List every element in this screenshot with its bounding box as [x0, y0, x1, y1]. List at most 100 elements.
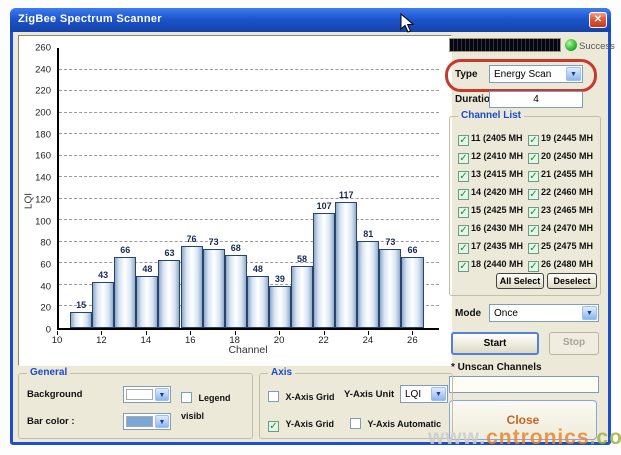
y-axis-automatic-checkbox[interactable] — [350, 418, 361, 429]
channel-label: 22 (2460 MH — [541, 187, 593, 197]
chevron-down-icon[interactable]: ▼ — [431, 387, 446, 401]
deselect-button[interactable]: Deselect — [547, 273, 597, 289]
bar — [379, 249, 401, 328]
channel-checkbox[interactable]: ✓ — [528, 135, 539, 146]
mode-select[interactable]: Once ▼ — [489, 304, 599, 322]
channel-list-title: Channel List — [458, 110, 524, 121]
channel-list-item: ✓15 (2425 MH — [458, 205, 523, 219]
all-select-button[interactable]: All Select — [496, 273, 544, 289]
y-tick-label: 160 — [35, 151, 51, 162]
chevron-down-icon[interactable]: ▼ — [155, 388, 169, 401]
background-color-select[interactable]: ▼ — [123, 386, 171, 403]
channel-list-item: ✓25 (2475 MH — [528, 241, 593, 255]
y-axis-unit-value: LQI — [405, 389, 421, 400]
chevron-down-icon[interactable]: ▼ — [155, 415, 169, 428]
y-tick-label: 60 — [40, 259, 51, 270]
channel-label: 25 (2475 MH — [541, 241, 593, 251]
channel-label: 12 (2410 MH — [471, 151, 523, 161]
bar-value-label: 48 — [142, 264, 152, 274]
channel-label: 11 (2405 MH — [471, 133, 523, 143]
x-axis-grid-checkbox[interactable] — [268, 391, 279, 402]
channel-list-item: ✓19 (2445 MH — [528, 133, 593, 147]
type-label: Type — [455, 69, 478, 80]
channel-checkbox[interactable]: ✓ — [528, 153, 539, 164]
y-tick-label: 240 — [35, 64, 51, 75]
bar — [158, 260, 180, 328]
bar-value-label: 117 — [339, 190, 354, 200]
channel-list-item: ✓20 (2450 MH — [528, 151, 593, 165]
channel-checkbox[interactable]: ✓ — [528, 225, 539, 236]
gridline — [59, 176, 439, 177]
y-axis-unit-select[interactable]: LQI ▼ — [400, 385, 448, 403]
bar-value-label: 66 — [407, 245, 417, 255]
channel-label: 15 (2425 MH — [471, 205, 523, 215]
channel-label: 26 (2480 MH — [541, 259, 593, 269]
y-tick-label: 0 — [46, 325, 51, 336]
bar-value-label: 66 — [120, 245, 130, 255]
bar-value-label: 81 — [363, 229, 373, 239]
y-tick-label: 200 — [35, 108, 51, 119]
channel-checkbox[interactable]: ✓ — [458, 207, 469, 218]
channel-checkbox[interactable]: ✓ — [528, 189, 539, 200]
bar-value-label: 58 — [297, 254, 307, 264]
x-axis-label: Channel — [57, 344, 439, 356]
mode-label: Mode — [455, 308, 481, 319]
progress-bar — [449, 38, 561, 52]
bar-value-label: 48 — [253, 264, 263, 274]
window-title: ZigBee Spectrum Scanner — [18, 13, 162, 25]
bar-color-label: Bar color : — [27, 416, 75, 427]
y-axis: 020406080100120140160180200220240260 — [19, 48, 55, 330]
bar-value-label: 68 — [231, 243, 241, 253]
x-axis-grid-checkbox-row: X-Axis Grid — [268, 387, 334, 405]
spectrum-chart-panel: 020406080100120140160180200220240260 LQI… — [18, 35, 452, 366]
close-icon[interactable]: ✕ — [589, 12, 607, 28]
channel-list-item: ✓21 (2455 MH — [528, 169, 593, 183]
channel-checkbox[interactable]: ✓ — [458, 225, 469, 236]
bar-value-label: 76 — [187, 234, 197, 244]
title-bar: ZigBee Spectrum Scanner ✕ — [10, 8, 611, 32]
watermark: www.cntronics.com — [428, 426, 621, 450]
channel-label: 18 (2440 MH — [471, 259, 523, 269]
duration-input[interactable]: 4 — [489, 91, 583, 108]
channel-checkbox[interactable]: ✓ — [458, 171, 469, 182]
unscan-channels-field[interactable] — [449, 376, 599, 393]
channel-checkbox[interactable]: ✓ — [458, 261, 469, 272]
y-axis-grid-checkbox[interactable]: ✓ — [268, 421, 279, 432]
bar-color-swatch — [126, 416, 153, 427]
gridline — [59, 69, 439, 70]
y-axis-grid-checkbox-row: ✓ Y-Axis Grid — [268, 414, 334, 432]
channel-checkbox[interactable]: ✓ — [458, 189, 469, 200]
start-button[interactable]: Start — [451, 332, 539, 355]
channel-checkbox[interactable]: ✓ — [528, 171, 539, 182]
gridline — [59, 241, 439, 242]
general-group: General Background ▼ Legend visibl Bar c… — [18, 373, 253, 439]
channel-label: 14 (2420 MH — [471, 187, 523, 197]
channel-label: 16 (2430 MH — [471, 223, 523, 233]
y-axis-label: LQI — [24, 192, 35, 208]
bar-value-label: 43 — [98, 270, 108, 280]
channel-list-item: ✓26 (2480 MH — [528, 259, 593, 273]
bar-color-select[interactable]: ▼ — [123, 413, 171, 430]
type-select[interactable]: Energy Scan ▼ — [489, 65, 583, 83]
channel-checkbox[interactable]: ✓ — [458, 135, 469, 146]
gridline — [59, 219, 439, 220]
channel-list-item: ✓18 (2440 MH — [458, 259, 523, 273]
gridline — [59, 112, 439, 113]
channel-label: 17 (2435 MH — [471, 241, 523, 251]
chevron-down-icon[interactable]: ▼ — [566, 67, 581, 81]
channel-checkbox[interactable]: ✓ — [528, 207, 539, 218]
channel-checkbox[interactable]: ✓ — [458, 153, 469, 164]
channel-label: 24 (2470 MH — [541, 223, 593, 233]
legend-visible-checkbox[interactable] — [181, 392, 192, 403]
app-window: ZigBee Spectrum Scanner ✕ 02040608010012… — [10, 8, 611, 445]
watermark-mid: cntronics — [486, 426, 590, 449]
chevron-down-icon[interactable]: ▼ — [582, 306, 597, 320]
x-axis-grid-label: X-Axis Grid — [285, 392, 334, 402]
channel-checkbox[interactable]: ✓ — [528, 261, 539, 272]
bar-value-label: 107 — [317, 201, 332, 211]
channel-checkbox[interactable]: ✓ — [458, 243, 469, 254]
bar-value-label: 73 — [385, 237, 395, 247]
channel-checkbox[interactable]: ✓ — [528, 243, 539, 254]
gridline — [59, 90, 439, 91]
stop-button[interactable]: Stop — [549, 332, 599, 355]
